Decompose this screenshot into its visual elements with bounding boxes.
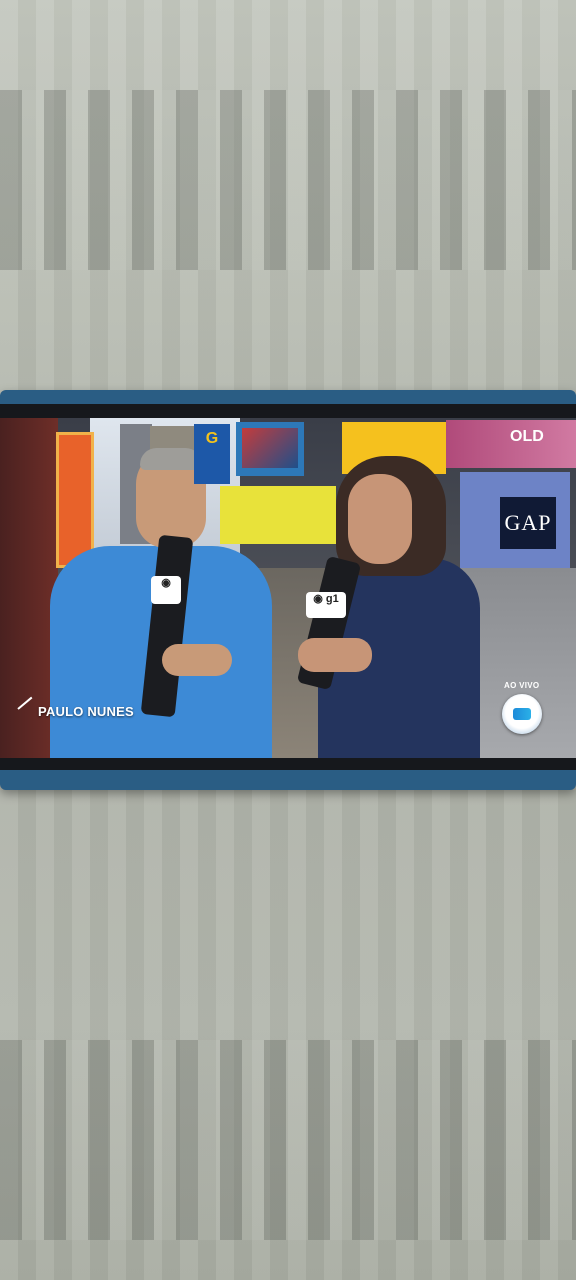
phone-top-bezel: [0, 404, 576, 418]
live-label: AO VIVO: [504, 681, 540, 690]
fabric-stripe-top: [0, 90, 576, 270]
gap-sign: GAP: [500, 497, 556, 549]
fabric-stripe-bottom: [0, 1040, 576, 1240]
reporter-mic-flag: ◉ g1: [306, 592, 346, 618]
orange-sign: [56, 432, 94, 568]
gl-sign: G: [194, 424, 230, 484]
globo-logo-screen-icon: [513, 708, 531, 720]
yellow-screen: [220, 486, 336, 544]
anchor-hand: [162, 644, 232, 676]
phone-bottom-bezel: [0, 758, 576, 770]
globo-logo-icon: [502, 694, 542, 734]
name-caption: PAULO NUNES: [38, 704, 134, 719]
billboard-image: [242, 428, 298, 468]
anchor-mic-flag: ◉: [151, 576, 181, 604]
anchor-hair: [140, 448, 202, 470]
reporter-face: [348, 474, 412, 564]
reporter-hands: [298, 638, 372, 672]
old-sign: OLD: [510, 428, 544, 445]
